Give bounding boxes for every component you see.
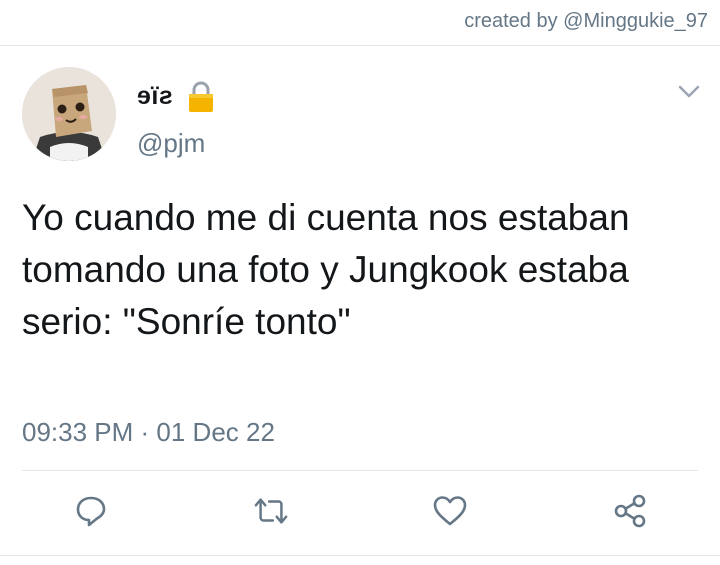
timestamp[interactable]: 09:33 PM · 01 Dec 22 (22, 417, 275, 448)
avatar[interactable] (22, 67, 116, 161)
retweet-icon (254, 498, 288, 524)
share-icon (614, 494, 646, 528)
like-button[interactable] (432, 493, 468, 529)
reply-button[interactable] (73, 493, 109, 529)
share-button[interactable] (612, 493, 648, 529)
like-icon (433, 496, 467, 526)
chevron-down-icon[interactable] (678, 85, 700, 104)
actions-divider (22, 470, 698, 471)
tweet-text: Yo cuando me di cuenta nos estaban toman… (22, 197, 630, 342)
credit-text: created by @Minggukie_97 (464, 10, 708, 32)
retweet-button[interactable] (253, 493, 289, 529)
display-name[interactable]: ɘïƨ (137, 82, 173, 111)
bottom-divider (0, 555, 720, 556)
lock-icon (187, 81, 215, 118)
top-divider (0, 45, 720, 46)
reply-icon (76, 496, 106, 527)
avatar-photo-icon (22, 67, 116, 161)
handle[interactable]: @pjm (137, 128, 205, 159)
